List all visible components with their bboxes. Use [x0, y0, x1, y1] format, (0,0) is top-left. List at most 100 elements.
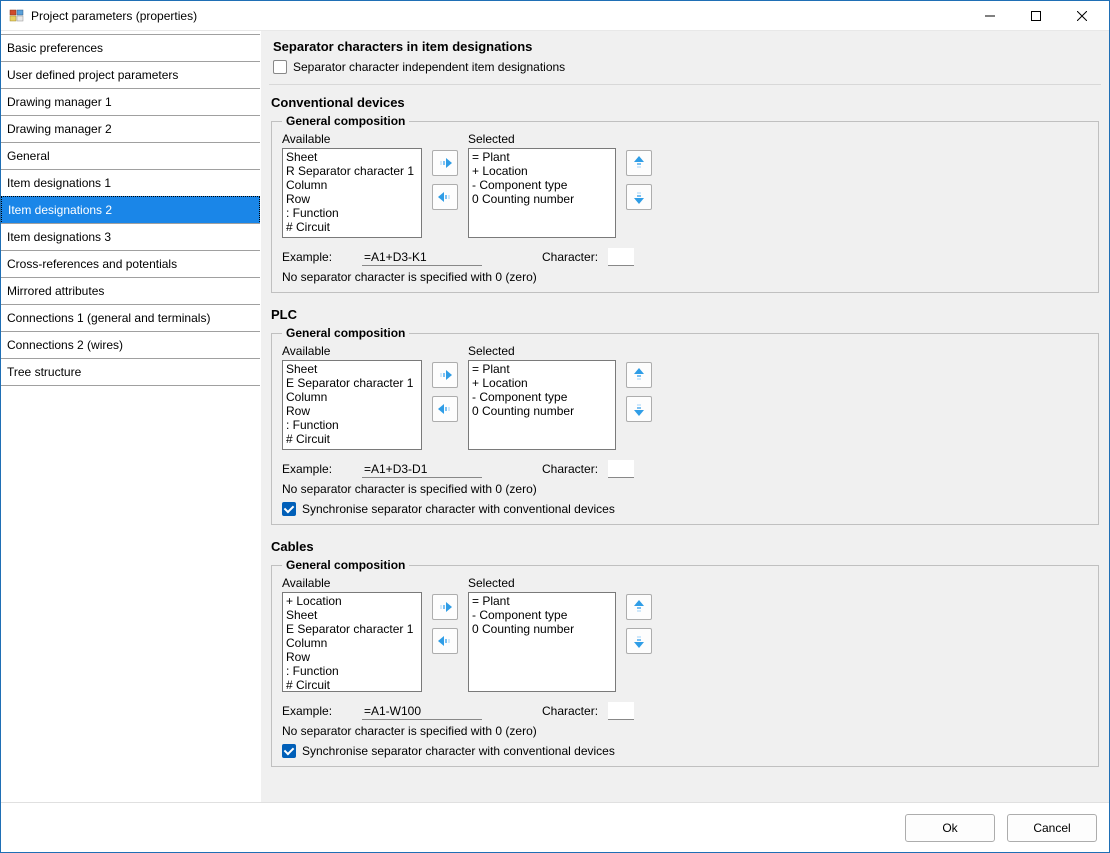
sidebar-item-item-designations-2[interactable]: Item designations 2 [1, 196, 260, 224]
sidebar-item-mirrored-attributes[interactable]: Mirrored attributes [1, 277, 260, 305]
cables-move-down-button[interactable] [626, 628, 652, 654]
sidebar-item-general[interactable]: General [1, 142, 260, 170]
sidebar-item-drawing-manager-2[interactable]: Drawing manager 2 [1, 115, 260, 143]
plc-available-label: Available [282, 344, 422, 358]
list-item[interactable]: Row [286, 404, 418, 418]
window-controls [967, 1, 1105, 31]
content-pane: Separator characters in item designation… [261, 31, 1109, 802]
sidebar-item-label: Connections 2 (wires) [7, 338, 123, 352]
plc-title: PLC [269, 303, 1101, 326]
sidebar-item-cross-references[interactable]: Cross-references and potentials [1, 250, 260, 278]
list-item[interactable]: 0 Counting number [472, 404, 612, 418]
ok-button[interactable]: Ok [905, 814, 995, 842]
cables-sync-checkbox[interactable] [282, 744, 296, 758]
list-item[interactable]: Sheet [286, 608, 418, 622]
list-item[interactable]: Row [286, 650, 418, 664]
conventional-remove-button[interactable] [432, 184, 458, 210]
sidebar-item-item-designations-3[interactable]: Item designations 3 [1, 223, 260, 251]
plc-available-list[interactable]: Sheet E Separator character 1 Column Row… [282, 360, 422, 450]
conventional-add-button[interactable] [432, 150, 458, 176]
cables-available-list[interactable]: + Location Sheet E Separator character 1… [282, 592, 422, 692]
plc-character-input[interactable] [608, 460, 634, 478]
list-item[interactable]: + Location [472, 164, 612, 178]
cables-title: Cables [269, 535, 1101, 558]
cables-move-up-button[interactable] [626, 594, 652, 620]
conventional-character-input[interactable] [608, 248, 634, 266]
cancel-button-label: Cancel [1033, 821, 1070, 835]
cables-selected-label: Selected [468, 576, 616, 590]
sidebar-item-item-designations-1[interactable]: Item designations 1 [1, 169, 260, 197]
plc-sync-checkbox[interactable] [282, 502, 296, 516]
list-item[interactable]: # Circuit [286, 432, 418, 446]
conventional-example-label: Example: [282, 250, 352, 264]
sidebar-item-basic-preferences[interactable]: Basic preferences [1, 34, 260, 62]
minimize-button[interactable] [967, 1, 1013, 31]
maximize-button[interactable] [1013, 1, 1059, 31]
sidebar-item-label: User defined project parameters [7, 68, 178, 82]
conventional-example-value: =A1+D3-K1 [362, 249, 482, 266]
list-item[interactable]: = Plant [472, 362, 612, 376]
cables-note: No separator character is specified with… [282, 724, 1088, 738]
list-item[interactable]: 0 Counting number [472, 192, 612, 206]
plc-move-down-button[interactable] [626, 396, 652, 422]
list-item[interactable]: E Separator character 1 [286, 376, 418, 390]
list-item[interactable]: - Component type [472, 390, 612, 404]
list-item[interactable]: + Location [286, 594, 418, 608]
sidebar-item-user-defined[interactable]: User defined project parameters [1, 61, 260, 89]
cables-character-input[interactable] [608, 702, 634, 720]
list-item[interactable]: - Component type [472, 178, 612, 192]
list-item[interactable]: = Plant [472, 150, 612, 164]
list-item[interactable]: Column [286, 390, 418, 404]
list-item[interactable]: : Function [286, 664, 418, 678]
list-item[interactable]: : Function [286, 206, 418, 220]
sidebar-item-connections-2[interactable]: Connections 2 (wires) [1, 331, 260, 359]
list-item[interactable]: Row [286, 192, 418, 206]
separator-section: Separator characters in item designation… [269, 33, 1101, 85]
cancel-button[interactable]: Cancel [1007, 814, 1097, 842]
list-item[interactable]: E Separator character 1 [286, 622, 418, 636]
list-item[interactable]: = Plant [472, 594, 612, 608]
separator-independent-checkbox[interactable] [273, 60, 287, 74]
list-item[interactable]: 0 Counting number [472, 622, 612, 636]
sidebar-item-drawing-manager-1[interactable]: Drawing manager 1 [1, 88, 260, 116]
list-item[interactable]: Column [286, 178, 418, 192]
plc-remove-button[interactable] [432, 396, 458, 422]
list-item[interactable]: Sheet [286, 150, 418, 164]
list-item[interactable]: + Location [472, 376, 612, 390]
app-icon [9, 8, 25, 24]
sidebar-item-connections-1[interactable]: Connections 1 (general and terminals) [1, 304, 260, 332]
conventional-move-down-button[interactable] [626, 184, 652, 210]
plc-example-label: Example: [282, 462, 352, 476]
dialog-footer: Ok Cancel [1, 802, 1109, 852]
plc-move-up-button[interactable] [626, 362, 652, 388]
dialog-window: Project parameters (properties) Basic pr… [0, 0, 1110, 853]
list-item[interactable]: : Function [286, 418, 418, 432]
titlebar: Project parameters (properties) [1, 1, 1109, 31]
conventional-available-list[interactable]: Sheet R Separator character 1 Column Row… [282, 148, 422, 238]
cables-available-label: Available [282, 576, 422, 590]
list-item[interactable]: # Circuit [286, 678, 418, 692]
cables-sync-label: Synchronise separator character with con… [302, 744, 615, 758]
sidebar-item-label: Tree structure [7, 365, 81, 379]
conventional-group: General composition Available Sheet R Se… [271, 114, 1099, 293]
list-item[interactable]: # Circuit [286, 220, 418, 234]
sidebar-item-label: Cross-references and potentials [7, 257, 177, 271]
conventional-move-up-button[interactable] [626, 150, 652, 176]
cables-group-legend: General composition [282, 558, 409, 572]
list-item[interactable]: Sheet [286, 362, 418, 376]
close-button[interactable] [1059, 1, 1105, 31]
cables-selected-list[interactable]: = Plant - Component type 0 Counting numb… [468, 592, 616, 692]
ok-button-label: Ok [942, 821, 957, 835]
list-item[interactable]: - Component type [472, 608, 612, 622]
plc-character-label: Character: [542, 462, 598, 476]
plc-add-button[interactable] [432, 362, 458, 388]
list-item[interactable]: Column [286, 636, 418, 650]
list-item[interactable]: R Separator character 1 [286, 164, 418, 178]
plc-selected-list[interactable]: = Plant + Location - Component type 0 Co… [468, 360, 616, 450]
cables-remove-button[interactable] [432, 628, 458, 654]
sidebar-item-label: General [7, 149, 50, 163]
sidebar-item-tree-structure[interactable]: Tree structure [1, 358, 260, 386]
cables-add-button[interactable] [432, 594, 458, 620]
conventional-selected-list[interactable]: = Plant + Location - Component type 0 Co… [468, 148, 616, 238]
conventional-group-legend: General composition [282, 114, 409, 128]
